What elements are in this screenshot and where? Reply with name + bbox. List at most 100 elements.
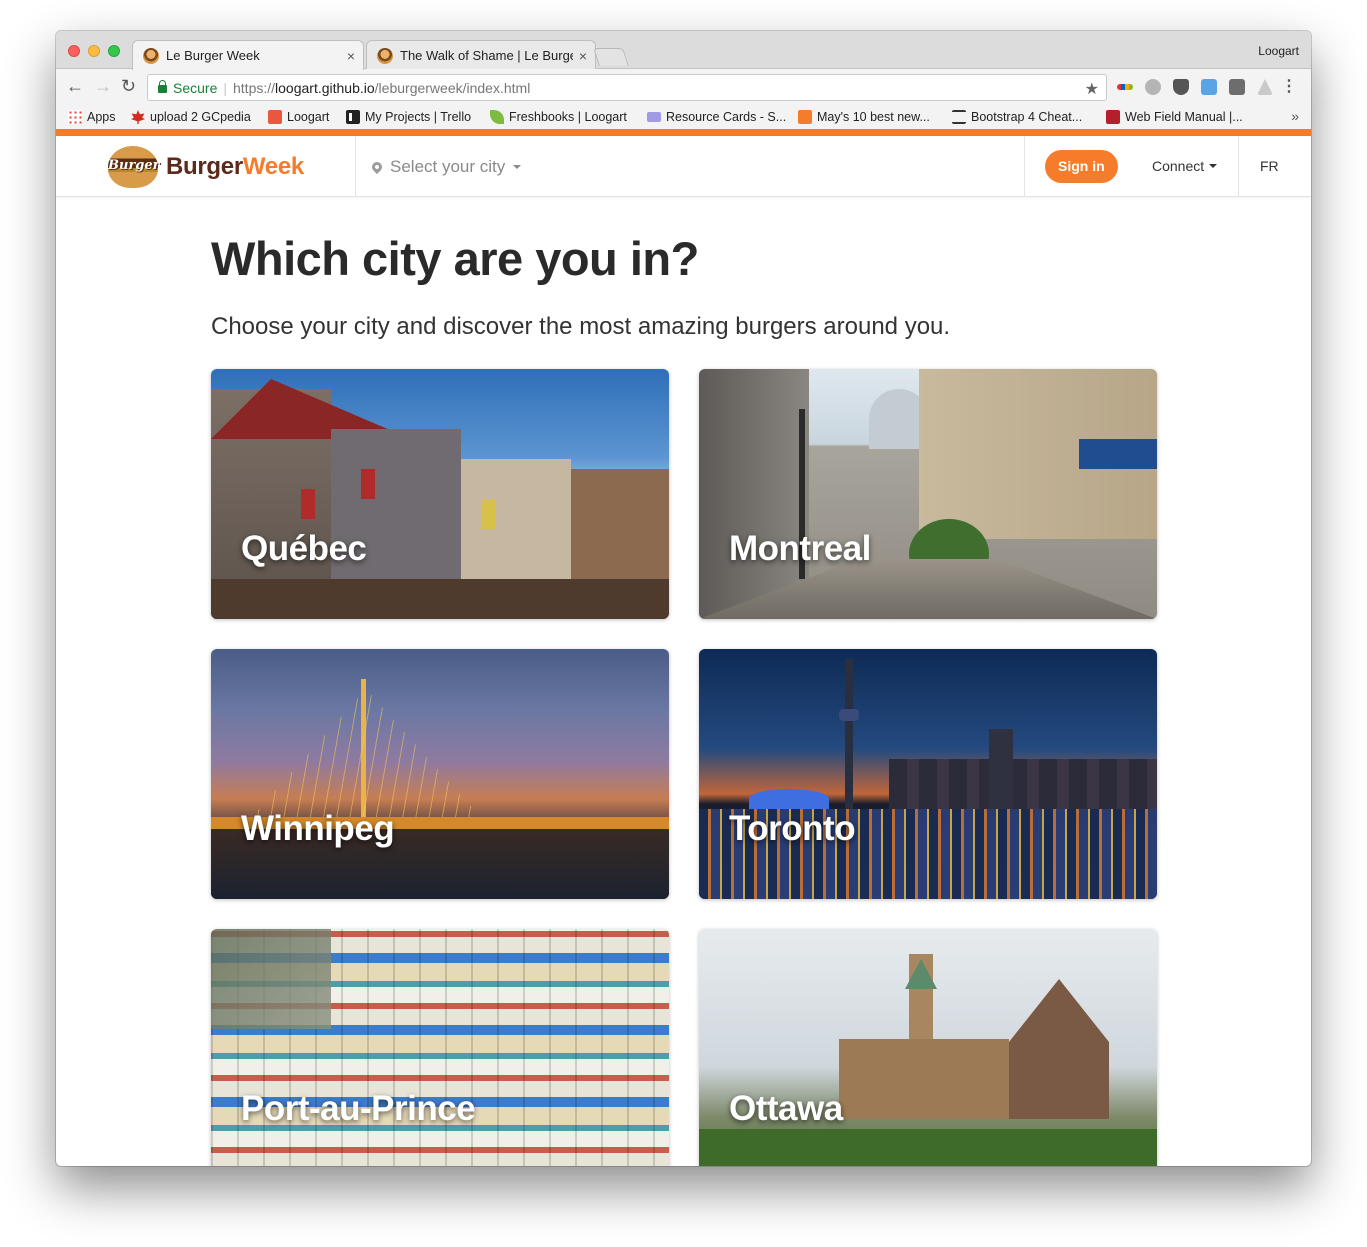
bookmark-freshbooks[interactable]: Freshbooks | Loogart <box>490 110 627 124</box>
freshbooks-leaf-icon <box>490 110 504 124</box>
bookmarks-overflow-icon[interactable]: » <box>1291 108 1299 124</box>
tab-strip: Le Burger Week × The Walk of Shame | Le … <box>56 31 1311 70</box>
drive-extension-icon[interactable] <box>1257 79 1273 95</box>
burger-week-logo[interactable]: Burger BurgerWeek <box>108 146 304 188</box>
loogart-icon <box>268 110 282 124</box>
tab-walk-of-shame[interactable]: The Walk of Shame | Le Burger × <box>366 40 596 70</box>
city-name: Port-au-Prince <box>241 1089 476 1128</box>
bookmark-mays-best[interactable]: May's 10 best new... <box>798 110 930 124</box>
tab-title: The Walk of Shame | Le Burger <box>400 48 573 63</box>
bookmark-label: May's 10 best new... <box>817 110 930 124</box>
nav-divider <box>1024 136 1025 196</box>
city-name: Ottawa <box>729 1089 843 1128</box>
bookmark-bootstrap-cheat[interactable]: Bootstrap 4 Cheat... <box>952 110 1082 124</box>
tab-close-icon[interactable]: × <box>579 48 587 64</box>
screenshot-extension-icon[interactable] <box>1201 79 1217 95</box>
site-navbar: Burger BurgerWeek Select your city Sign … <box>56 136 1311 197</box>
city-card-toronto[interactable]: Toronto <box>699 649 1157 899</box>
city-select-label: Select your city <box>390 157 506 176</box>
city-card-ottawa[interactable]: Ottawa <box>699 929 1157 1166</box>
brand-accent-bar <box>56 129 1311 136</box>
bookmark-label: Loogart <box>287 110 330 124</box>
bookmark-web-field-manual[interactable]: Web Field Manual |... <box>1106 110 1243 124</box>
bookmark-label: Resource Cards - S... <box>666 110 787 124</box>
address-bar[interactable]: Secure | https:// loogart.github.io /leb… <box>147 74 1107 101</box>
brand-name-part2: Week <box>242 153 304 180</box>
city-card-winnipeg[interactable]: Winnipeg <box>211 649 669 899</box>
city-photo <box>211 929 669 1166</box>
bookmarks-bar: Apps upload 2 GCpedia Loogart My Project… <box>56 105 1311 129</box>
sign-in-button[interactable]: Sign in <box>1045 150 1118 183</box>
cb-icon <box>798 110 812 124</box>
city-card-port-au-prince[interactable]: Port-au-Prince <box>211 929 669 1166</box>
trello-icon <box>346 110 360 124</box>
page-title: Which city are you in? <box>211 232 699 285</box>
connect-label: Connect <box>1152 158 1205 174</box>
city-photo <box>699 929 1157 1166</box>
bookmark-label: Web Field Manual |... <box>1125 110 1243 124</box>
map-pin-icon <box>369 159 385 175</box>
city-name: Winnipeg <box>241 809 395 848</box>
nav-divider <box>355 136 356 196</box>
city-photo <box>699 649 1157 899</box>
tab-close-icon[interactable]: × <box>347 48 355 64</box>
nav-divider <box>1238 136 1239 196</box>
bookmark-label: upload 2 GCpedia <box>150 110 251 124</box>
connect-dropdown[interactable]: Connect <box>1152 158 1218 174</box>
city-photo <box>699 369 1157 619</box>
logo-badge-text: Burger <box>108 158 160 173</box>
forward-arrow-icon[interactable]: → <box>94 76 112 96</box>
secure-label: Secure <box>173 79 218 96</box>
profile-name[interactable]: Loogart <box>1258 44 1299 58</box>
bookmark-label: Bootstrap 4 Cheat... <box>971 110 1083 124</box>
browser-menu-icon[interactable]: ⋮ <box>1281 76 1297 96</box>
bookmark-apps[interactable]: Apps <box>68 110 116 124</box>
city-name: Toronto <box>729 809 856 848</box>
url-scheme: https:// <box>233 79 276 96</box>
resource-cards-icon <box>647 112 661 122</box>
minimize-window-button[interactable] <box>88 45 100 57</box>
close-window-button[interactable] <box>68 45 80 57</box>
address-separator: | <box>223 79 227 96</box>
ebay-extension-icon[interactable] <box>1117 84 1133 90</box>
caret-down-icon <box>513 165 522 169</box>
tab-title: Le Burger Week <box>166 48 260 63</box>
lock-icon <box>158 80 167 93</box>
city-name: Québec <box>241 529 367 568</box>
back-arrow-icon[interactable]: ← <box>66 76 84 96</box>
new-tab-button[interactable] <box>593 48 629 66</box>
pocket-extension-icon[interactable] <box>1173 79 1189 95</box>
language-toggle[interactable]: FR <box>1260 158 1279 174</box>
bookmark-resource-cards[interactable]: Resource Cards - S... <box>647 110 786 124</box>
caret-down-icon <box>1209 164 1218 168</box>
city-name: Montreal <box>729 529 871 568</box>
bookmark-star-icon[interactable]: ★ <box>1085 79 1099 99</box>
browser-toolbar: ← → ↻ Secure | https:// loogart.github.i… <box>56 69 1311 105</box>
city-card-montreal[interactable]: Montreal <box>699 369 1157 619</box>
bookmark-upload-gcpedia[interactable]: upload 2 GCpedia <box>131 110 251 124</box>
web-field-manual-icon <box>1106 110 1120 124</box>
url-path: /leburgerweek/index.html <box>374 79 531 96</box>
bookmark-label: My Projects | Trello <box>365 110 472 124</box>
bookmark-trello[interactable]: My Projects | Trello <box>346 110 471 124</box>
ht-icon <box>952 110 966 124</box>
city-card-quebec[interactable]: Québec <box>211 369 669 619</box>
page-subtitle: Choose your city and discover the most a… <box>211 313 951 340</box>
browser-window: Le Burger Week × The Walk of Shame | Le … <box>56 31 1311 1166</box>
reload-icon[interactable]: ↻ <box>121 76 136 96</box>
maximize-window-button[interactable] <box>108 45 120 57</box>
burger-logo-icon: Burger <box>108 146 160 188</box>
city-photo <box>211 649 669 899</box>
bookmark-label: Apps <box>87 110 116 124</box>
city-photo <box>211 369 669 619</box>
burger-favicon-icon <box>143 47 159 64</box>
lastpass-extension-icon[interactable] <box>1229 79 1245 95</box>
chat-extension-icon[interactable] <box>1145 79 1161 95</box>
bookmark-loogart[interactable]: Loogart <box>268 110 329 124</box>
maple-leaf-icon <box>131 110 145 124</box>
url-host: loogart.github.io <box>275 79 375 96</box>
brand-name-part1: Burger <box>166 153 243 180</box>
apps-grid-icon <box>68 110 82 124</box>
tab-le-burger-week[interactable]: Le Burger Week × <box>132 40 364 70</box>
city-select-dropdown[interactable]: Select your city <box>369 157 522 177</box>
